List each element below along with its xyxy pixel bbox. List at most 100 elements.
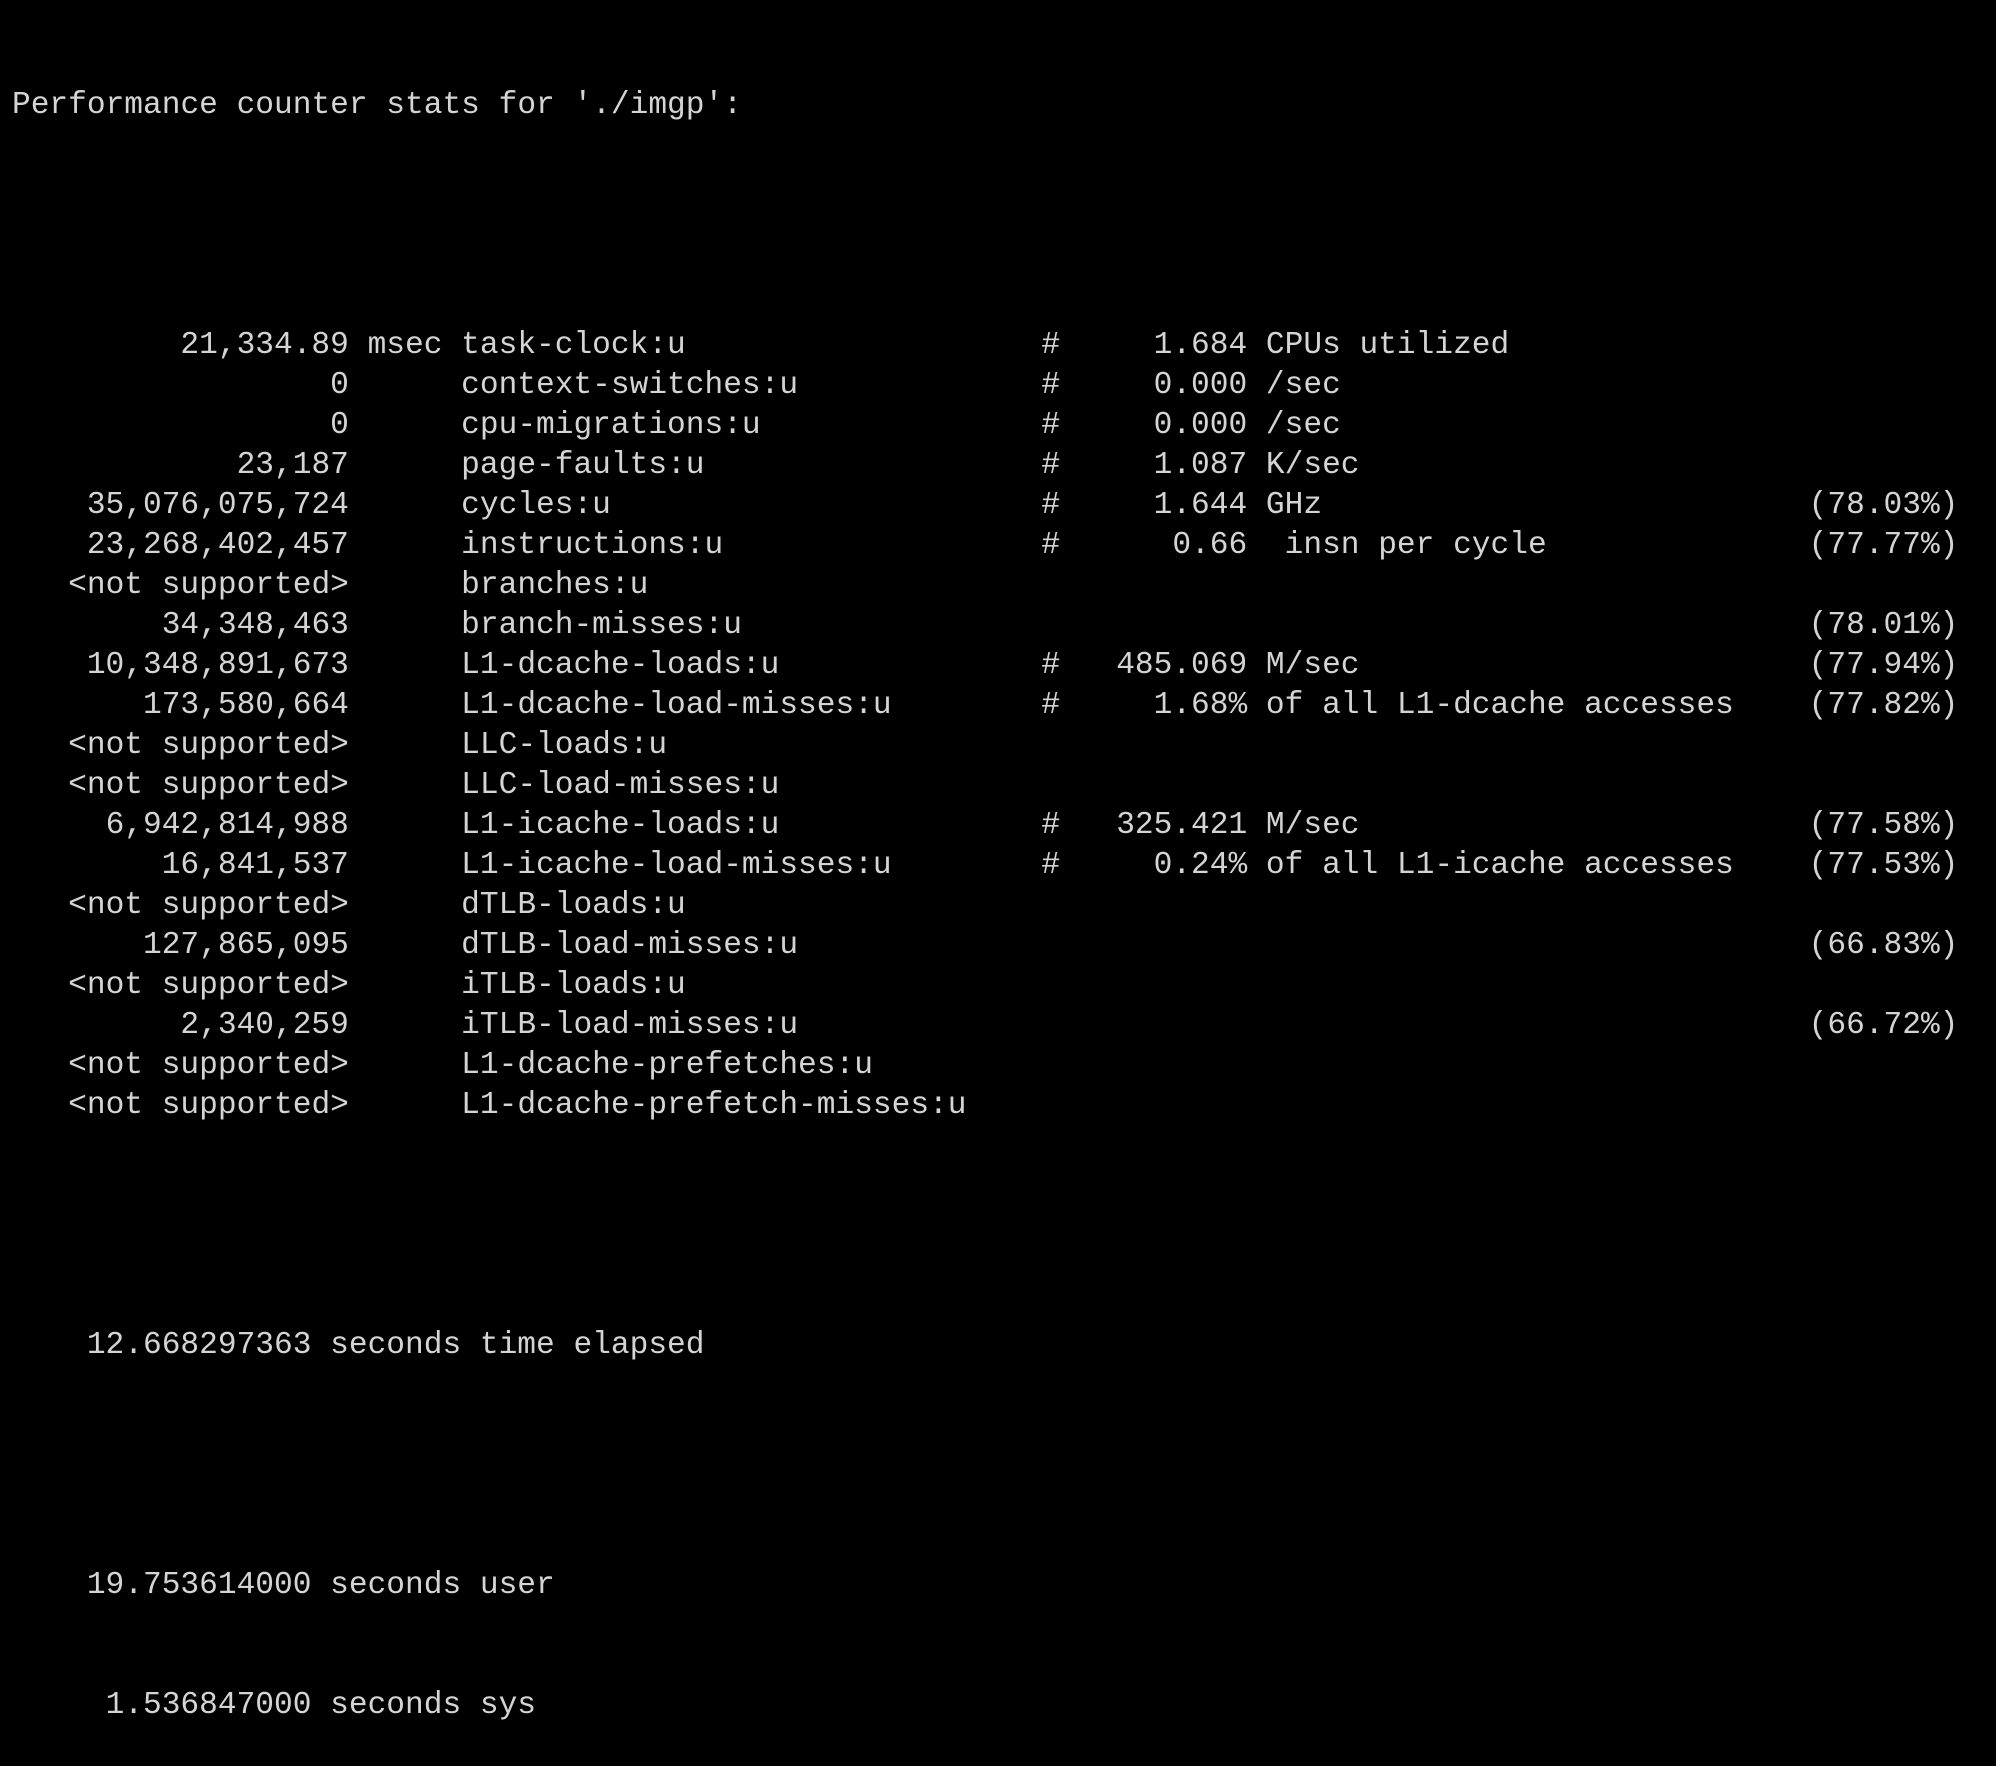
sys-time-line: 1.536847000 seconds sys (12, 1686, 1996, 1726)
user-time-line: 19.753614000 seconds user (12, 1566, 1996, 1606)
counter-value: 10,348,891,673 (86, 648, 349, 683)
counter-metric-value: 0.000 (1153, 408, 1248, 443)
counter-metric-value: 1.644 (1153, 488, 1248, 523)
elapsed-label: seconds time elapsed (330, 1328, 705, 1363)
counter-percent: (77.58%) (1808, 808, 1959, 843)
counter-comment-marker: # (1041, 528, 1061, 563)
elapsed-line: 12.668297363 seconds time elapsed (12, 1326, 1996, 1366)
counter-percent: (78.01%) (1808, 608, 1959, 643)
counter-percent: (77.77%) (1808, 528, 1959, 563)
counter-value: 23,187 (236, 448, 349, 483)
counter-event-name: cpu-migrations:u (461, 408, 761, 443)
counter-event-name: context-switches:u (461, 368, 799, 403)
counter-event-name: L1-dcache-loads:u (461, 648, 780, 683)
counter-value: <not supported> (68, 768, 349, 803)
user-time-label: seconds user (330, 1568, 555, 1603)
counter-row: 0 cpu-migrations:u # 0.000 /sec (12, 406, 1996, 446)
counter-event-name: task-clock:u (461, 328, 686, 363)
user-time-value: 19.753614000 (86, 1568, 312, 1603)
counter-event-name: L1-dcache-prefetch-misses:u (461, 1088, 967, 1123)
counter-value: 6,942,814,988 (105, 808, 349, 843)
counter-percent: (77.82%) (1808, 688, 1959, 723)
counter-event-name: LLC-loads:u (461, 728, 668, 763)
counter-value: 173,580,664 (143, 688, 349, 723)
counter-event-name: instructions:u (461, 528, 724, 563)
counter-percent: (78.03%) (1808, 488, 1959, 523)
elapsed-value: 12.668297363 (86, 1328, 312, 1363)
counter-event-name: L1-icache-load-misses:u (461, 848, 892, 883)
counter-event-name: L1-dcache-load-misses:u (461, 688, 892, 723)
counter-row: <not supported> branches:u (12, 566, 1996, 606)
counter-event-name: branch-misses:u (461, 608, 742, 643)
counter-row: 127,865,095 dTLB-load-misses:u (66.83%) (12, 926, 1996, 966)
counter-row: <not supported> L1-dcache-prefetch-misse… (12, 1086, 1996, 1126)
counter-value: <not supported> (68, 1088, 349, 1123)
counter-metric-value: 1.684 (1153, 328, 1248, 363)
sys-time-label: seconds sys (330, 1688, 537, 1723)
counter-metric-value: 0.24% (1153, 848, 1248, 883)
counter-value: <not supported> (68, 888, 349, 923)
counter-value: <not supported> (68, 968, 349, 1003)
counter-metric-unit: CPUs utilized (1265, 328, 1510, 363)
counter-value: 0 (330, 368, 349, 403)
header-line: Performance counter stats for './imgp': (12, 88, 742, 123)
counter-comment-marker: # (1041, 808, 1061, 843)
counter-metric-unit: M/sec (1265, 648, 1360, 683)
counter-value: 21,334.89 (180, 328, 349, 363)
counter-list: 21,334.89 msec task-clock:u # 1.684 CPUs… (12, 326, 1996, 1126)
counter-comment-marker: # (1041, 848, 1061, 883)
counter-metric-value: 325.421 (1116, 808, 1248, 843)
counter-event-name: L1-icache-loads:u (461, 808, 780, 843)
counter-comment-marker: # (1041, 328, 1061, 363)
counter-value: <not supported> (68, 728, 349, 763)
counter-value: <not supported> (68, 1048, 349, 1083)
counter-comment-marker: # (1041, 688, 1061, 723)
counter-value: 16,841,537 (161, 848, 349, 883)
counter-row: <not supported> LLC-load-misses:u (12, 766, 1996, 806)
counter-event-name: LLC-load-misses:u (461, 768, 780, 803)
counter-metric-unit: insn per cycle (1265, 528, 1547, 563)
counter-row: <not supported> iTLB-loads:u (12, 966, 1996, 1006)
counter-comment-marker: # (1041, 648, 1061, 683)
counter-comment-marker: # (1041, 448, 1061, 483)
terminal-output: Performance counter stats for './imgp': … (0, 0, 1996, 1723)
counter-row: 173,580,664 L1-dcache-load-misses:u # 1.… (12, 686, 1996, 726)
counter-row: <not supported> dTLB-loads:u (12, 886, 1996, 926)
counter-metric-unit: K/sec (1265, 448, 1360, 483)
counter-value: 34,348,463 (161, 608, 349, 643)
counter-value: 0 (330, 408, 349, 443)
counter-row: 34,348,463 branch-misses:u (78.01%) (12, 606, 1996, 646)
counter-percent: (77.53%) (1808, 848, 1959, 883)
counter-percent: (66.72%) (1808, 1008, 1959, 1043)
counter-row: <not supported> L1-dcache-prefetches:u (12, 1046, 1996, 1086)
counter-metric-unit: /sec (1265, 408, 1341, 443)
counter-metric-unit: /sec (1265, 368, 1341, 403)
counter-comment-marker: # (1041, 488, 1061, 523)
counter-metric-value: 1.68% (1153, 688, 1248, 723)
counter-row: 23,268,402,457 instructions:u # 0.66 ins… (12, 526, 1996, 566)
counter-metric-value: 1.087 (1153, 448, 1248, 483)
counter-event-name: dTLB-loads:u (461, 888, 686, 923)
counter-row: 21,334.89 msec task-clock:u # 1.684 CPUs… (12, 326, 1996, 366)
counter-row: 2,340,259 iTLB-load-misses:u (66.72%) (12, 1006, 1996, 1046)
counter-value: 35,076,075,724 (86, 488, 349, 523)
counter-row: 16,841,537 L1-icache-load-misses:u # 0.2… (12, 846, 1996, 886)
counter-metric-value: 0.000 (1153, 368, 1248, 403)
counter-value: <not supported> (68, 568, 349, 603)
counter-percent: (77.94%) (1808, 648, 1959, 683)
counter-row: 6,942,814,988 L1-icache-loads:u # 325.42… (12, 806, 1996, 846)
counter-value: 2,340,259 (180, 1008, 349, 1043)
counter-metric-unit: M/sec (1265, 808, 1360, 843)
counter-value: 127,865,095 (143, 928, 349, 963)
counter-metric-value: 485.069 (1116, 648, 1248, 683)
counter-percent: (66.83%) (1808, 928, 1959, 963)
counter-metric-unit: of all L1-dcache accesses (1265, 688, 1734, 723)
counter-metric-unit: GHz (1265, 488, 1323, 523)
counter-event-name: L1-dcache-prefetches:u (461, 1048, 873, 1083)
counter-event-name: page-faults:u (461, 448, 705, 483)
counter-row: 23,187 page-faults:u # 1.087 K/sec (12, 446, 1996, 486)
counter-row: 35,076,075,724 cycles:u # 1.644 GHz (78.… (12, 486, 1996, 526)
counter-row: 0 context-switches:u # 0.000 /sec (12, 366, 1996, 406)
